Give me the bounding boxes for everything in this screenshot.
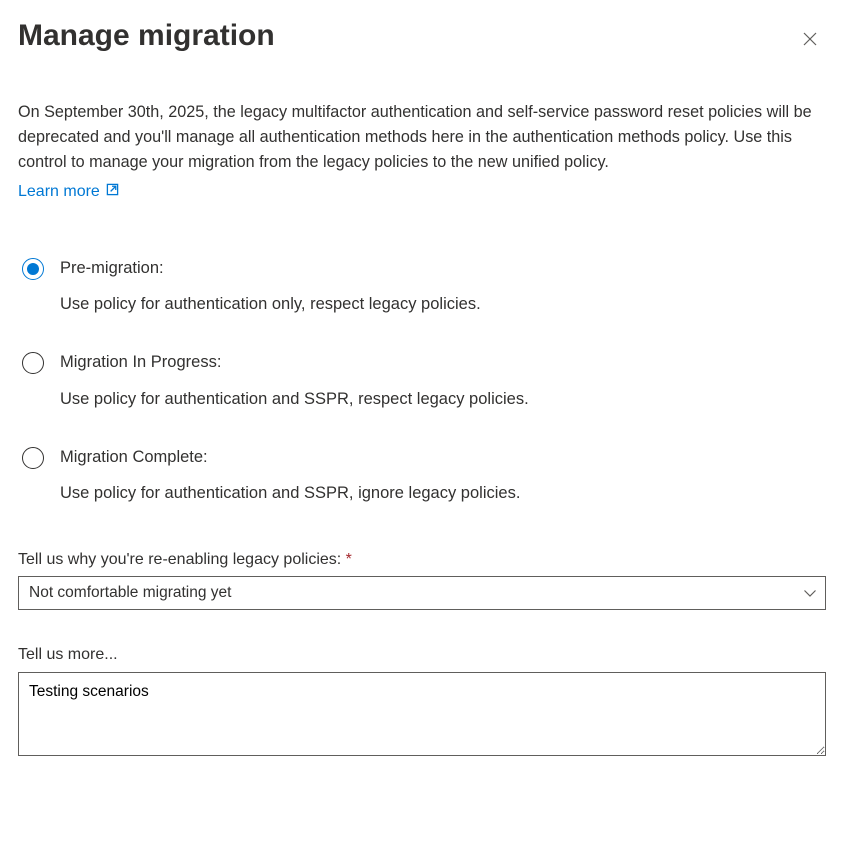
radio-option-complete[interactable]: Migration Complete: Use policy for authe… <box>22 446 826 505</box>
radio-option-in-progress[interactable]: Migration In Progress: Use policy for au… <box>22 351 826 410</box>
page-title: Manage migration <box>18 18 275 54</box>
radio-option-title: Pre-migration: <box>60 257 826 279</box>
radio-option-desc: Use policy for authentication and SSPR, … <box>60 482 826 504</box>
more-textarea[interactable] <box>18 672 826 756</box>
migration-state-radio-group: Pre-migration: Use policy for authentica… <box>22 257 826 505</box>
radio-option-title: Migration Complete: <box>60 446 826 468</box>
required-marker: * <box>346 551 352 568</box>
intro-text: On September 30th, 2025, the legacy mult… <box>18 100 826 175</box>
chevron-down-icon <box>803 586 817 600</box>
reason-select-value: Not comfortable migrating yet <box>29 583 231 604</box>
radio-indicator <box>22 352 44 374</box>
learn-more-link[interactable]: Learn more <box>18 181 119 203</box>
close-button[interactable] <box>794 24 826 56</box>
radio-option-title: Migration In Progress: <box>60 351 826 373</box>
reason-select[interactable]: Not comfortable migrating yet <box>18 576 826 610</box>
radio-option-desc: Use policy for authentication and SSPR, … <box>60 388 826 410</box>
external-link-icon <box>106 181 119 203</box>
radio-option-desc: Use policy for authentication only, resp… <box>60 293 826 315</box>
close-icon <box>803 32 817 49</box>
radio-indicator <box>22 447 44 469</box>
learn-more-label: Learn more <box>18 181 100 203</box>
radio-option-pre-migration[interactable]: Pre-migration: Use policy for authentica… <box>22 257 826 316</box>
more-label: Tell us more... <box>18 644 826 666</box>
radio-indicator <box>22 258 44 280</box>
reason-label: Tell us why you're re-enabling legacy po… <box>18 549 826 571</box>
